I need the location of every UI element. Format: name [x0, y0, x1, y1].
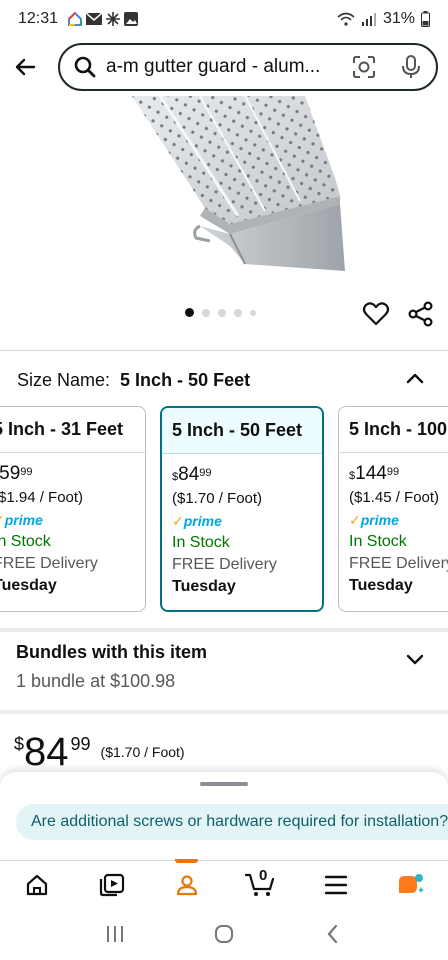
price-fraction: 99 [70, 734, 91, 754]
share-button[interactable] [407, 300, 435, 328]
bundles-subtitle: 1 bundle at $100.98 [16, 671, 176, 691]
search-input[interactable]: a-m gutter guard - alum... [58, 43, 438, 91]
prime-badge: ✓prime [172, 513, 222, 529]
chevron-down-icon[interactable] [402, 646, 428, 672]
android-navigation-bar [0, 908, 448, 960]
main-price: $ 84 99 ($1.70 / Foot) [14, 730, 185, 774]
nav-rufus[interactable] [373, 861, 448, 908]
delivery-day: Tuesday [349, 577, 413, 594]
nav-account[interactable] [149, 859, 224, 908]
size-selector-header[interactable]: Size Name: 5 Inch - 50 Feet [0, 360, 448, 400]
recent-apps-icon[interactable] [104, 924, 126, 944]
bundles-section[interactable]: Bundles with this item 1 bundle at $100.… [0, 632, 448, 710]
prime-badge: ✓prime [349, 512, 399, 528]
size-value: 5 Inch - 50 Feet [120, 369, 251, 390]
back-button[interactable] [10, 52, 40, 82]
option-price: $5999 [0, 463, 33, 484]
battery-percent: 31% [382, 10, 415, 27]
size-label: Size Name: [17, 369, 111, 390]
price-whole: 84 [24, 730, 69, 774]
nav-home[interactable] [0, 861, 75, 908]
carousel-dots [185, 308, 256, 317]
menu-icon [324, 875, 348, 894]
carousel-dot[interactable] [218, 308, 226, 317]
delivery-text: FREE Delivery [349, 555, 448, 572]
gutter-guard-image [132, 96, 345, 271]
wishlist-button[interactable] [362, 300, 390, 328]
home-icon [27, 874, 48, 895]
status-bar: 12:31 31% [0, 0, 448, 38]
carousel-dot[interactable] [234, 308, 242, 317]
account-icon [176, 874, 197, 895]
option-unit-price: ($1.45 / Foot) [349, 489, 440, 506]
nav-cart[interactable]: 0 [224, 861, 299, 908]
option-title: 5 Inch - 31 Feet [0, 407, 145, 453]
delivery-day: Tuesday [0, 577, 57, 594]
option-price: $144 99 [349, 463, 400, 484]
option-price: $84 99 [172, 464, 212, 485]
cart-count: 0 [259, 867, 268, 884]
carousel-dot[interactable] [185, 308, 194, 317]
camera-scan-icon[interactable] [352, 55, 376, 79]
product-image[interactable] [0, 96, 448, 296]
bundles-title: Bundles with this item [16, 642, 208, 662]
search-query: a-m gutter guard - alum... [106, 56, 321, 77]
google-home-icon [68, 12, 83, 26]
mic-icon[interactable] [400, 55, 422, 79]
back-arrow-icon [15, 58, 36, 76]
signal-icon [361, 13, 376, 26]
carousel-dot[interactable] [202, 308, 210, 317]
nav-video[interactable] [75, 861, 150, 908]
video-icon [99, 873, 125, 896]
option-title: 5 Inch - 100 Feet [339, 407, 448, 453]
delivery-text: FREE Delivery [172, 556, 277, 573]
battery-icon [421, 11, 430, 27]
suggested-question-chip[interactable]: Are additional screws or hardware requir… [16, 804, 448, 840]
delivery-text: FREE Delivery [0, 555, 98, 572]
mail-icon [86, 13, 103, 25]
home-button-icon[interactable] [213, 923, 235, 945]
option-unit-price: ($1.94 / Foot) [0, 489, 84, 506]
size-option[interactable]: 5 Inch - 100 Feet $14499 ($1.45 / Foot) … [338, 406, 448, 612]
price-symbol: $ [14, 734, 25, 754]
search-icon [74, 56, 96, 78]
bottom-nav: 0 [0, 859, 448, 908]
size-options: 5 Inch - 31 Feet $5999 ($1.94 / Foot) ✓p… [0, 406, 448, 612]
rufus-bottom-sheet[interactable]: Are additional screws or hardware requir… [0, 772, 448, 860]
stock-status: In Stock [0, 533, 51, 550]
share-icon [408, 301, 433, 327]
carousel-dot[interactable] [250, 309, 256, 316]
sheet-handle[interactable] [200, 782, 248, 786]
stock-status: In Stock [172, 534, 230, 551]
size-option-selected[interactable]: 5 Inch - 50 Feet $84 99 ($1.70 / Foot) ✓p… [160, 406, 324, 612]
option-unit-price: ($1.70 / Foot) [172, 490, 263, 507]
delivery-day: Tuesday [172, 578, 236, 595]
wifi-icon [337, 12, 355, 26]
size-option[interactable]: 5 Inch - 31 Feet $5999 ($1.94 / Foot) ✓p… [0, 406, 146, 612]
divider [0, 350, 448, 351]
back-button-icon[interactable] [322, 923, 344, 945]
status-time: 12:31 [18, 10, 59, 27]
nav-menu[interactable] [299, 861, 374, 908]
pinwheel-icon [106, 12, 121, 26]
rufus-icon [398, 873, 424, 893]
heart-icon [362, 302, 390, 326]
search-header: a-m gutter guard - alum... [0, 38, 448, 96]
image-icon [124, 12, 139, 26]
section-divider [0, 710, 448, 714]
prime-badge: ✓prime [0, 512, 43, 528]
stock-status: In Stock [349, 533, 407, 550]
price-per-unit: ($1.70 / Foot) [100, 744, 185, 760]
chevron-up-icon[interactable] [402, 366, 428, 392]
option-title: 5 Inch - 50 Feet [162, 408, 322, 454]
